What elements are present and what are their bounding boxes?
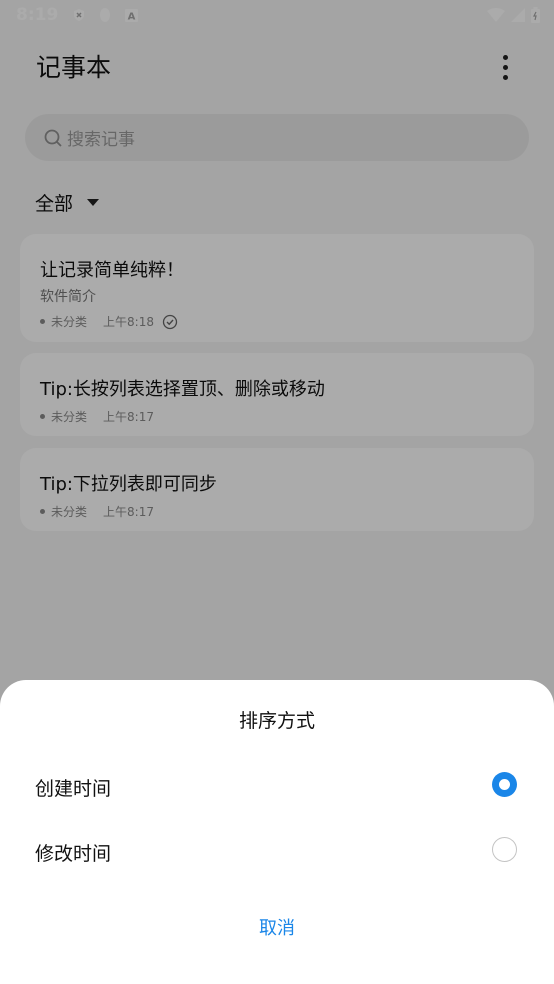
sort-option-created[interactable]: 创建时间: [0, 756, 554, 816]
sort-option-label: 修改时间: [35, 843, 112, 865]
cancel-button[interactable]: 取消: [227, 914, 327, 944]
sort-option-label: 创建时间: [35, 778, 112, 800]
sort-bottom-sheet: 排序方式 创建时间 修改时间 取消: [0, 680, 554, 984]
sort-option-modified[interactable]: 修改时间: [0, 821, 554, 881]
radio-selected-icon[interactable]: [492, 772, 517, 797]
sheet-title: 排序方式: [238, 710, 315, 732]
radio-unselected-icon[interactable]: [492, 837, 517, 862]
